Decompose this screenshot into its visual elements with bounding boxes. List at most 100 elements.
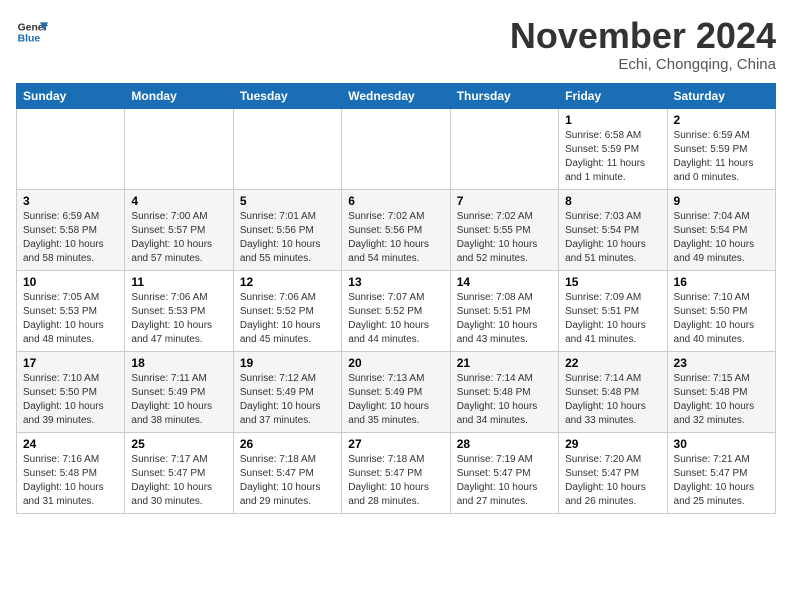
column-header-friday: Friday xyxy=(559,83,667,108)
day-number: 30 xyxy=(674,437,769,451)
day-info: Sunrise: 7:18 AM Sunset: 5:47 PM Dayligh… xyxy=(240,453,335,509)
day-info: Sunrise: 7:14 AM Sunset: 5:48 PM Dayligh… xyxy=(457,372,552,428)
day-info: Sunrise: 7:05 AM Sunset: 5:53 PM Dayligh… xyxy=(23,291,118,347)
day-cell: 21 Sunrise: 7:14 AM Sunset: 5:48 PM Dayli… xyxy=(450,351,558,432)
day-number: 11 xyxy=(131,275,226,289)
day-info: Sunrise: 7:03 AM Sunset: 5:54 PM Dayligh… xyxy=(565,210,660,266)
page-header: General Blue November 2024 Echi, Chongqi… xyxy=(16,16,776,73)
day-number: 5 xyxy=(240,194,335,208)
day-number: 26 xyxy=(240,437,335,451)
day-cell: 17 Sunrise: 7:10 AM Sunset: 5:50 PM Dayli… xyxy=(17,351,125,432)
month-title: November 2024 xyxy=(510,16,776,56)
day-cell: 19Sunrise: 7:12 AM Sunset: 5:49 PM Dayli… xyxy=(233,351,341,432)
day-cell: 13Sunrise: 7:07 AM Sunset: 5:52 PM Dayli… xyxy=(342,270,450,351)
day-info: Sunrise: 7:18 AM Sunset: 5:47 PM Dayligh… xyxy=(348,453,443,509)
day-info: Sunrise: 7:02 AM Sunset: 5:56 PM Dayligh… xyxy=(348,210,443,266)
logo-icon: General Blue xyxy=(16,16,48,48)
day-info: Sunrise: 7:11 AM Sunset: 5:49 PM Dayligh… xyxy=(131,372,226,428)
day-number: 16 xyxy=(674,275,769,289)
day-number: 20 xyxy=(348,356,443,370)
day-info: Sunrise: 7:06 AM Sunset: 5:53 PM Dayligh… xyxy=(131,291,226,347)
column-header-sunday: Sunday xyxy=(17,83,125,108)
day-cell xyxy=(342,108,450,189)
day-info: Sunrise: 7:10 AM Sunset: 5:50 PM Dayligh… xyxy=(23,372,118,428)
day-number: 2 xyxy=(674,113,769,127)
day-number: 10 xyxy=(23,275,118,289)
day-cell: 2 Sunrise: 6:59 AM Sunset: 5:59 PM Daylig… xyxy=(667,108,775,189)
day-info: Sunrise: 6:59 AM Sunset: 5:58 PM Dayligh… xyxy=(23,210,118,266)
day-cell: 15Sunrise: 7:09 AM Sunset: 5:51 PM Dayli… xyxy=(559,270,667,351)
week-row-3: 10 Sunrise: 7:05 AM Sunset: 5:53 PM Dayli… xyxy=(17,270,776,351)
day-info: Sunrise: 6:58 AM Sunset: 5:59 PM Dayligh… xyxy=(565,129,660,185)
week-row-2: 3 Sunrise: 6:59 AM Sunset: 5:58 PM Daylig… xyxy=(17,189,776,270)
day-cell: 25 Sunrise: 7:17 AM Sunset: 5:47 PM Dayli… xyxy=(125,432,233,513)
day-number: 24 xyxy=(23,437,118,451)
day-info: Sunrise: 7:00 AM Sunset: 5:57 PM Dayligh… xyxy=(131,210,226,266)
column-header-tuesday: Tuesday xyxy=(233,83,341,108)
day-number: 19 xyxy=(240,356,335,370)
day-info: Sunrise: 7:10 AM Sunset: 5:50 PM Dayligh… xyxy=(674,291,769,347)
day-info: Sunrise: 7:13 AM Sunset: 5:49 PM Dayligh… xyxy=(348,372,443,428)
day-cell: 28 Sunrise: 7:19 AM Sunset: 5:47 PM Dayli… xyxy=(450,432,558,513)
day-number: 8 xyxy=(565,194,660,208)
day-cell: 30 Sunrise: 7:21 AM Sunset: 5:47 PM Dayli… xyxy=(667,432,775,513)
day-cell: 1 Sunrise: 6:58 AM Sunset: 5:59 PM Daylig… xyxy=(559,108,667,189)
day-number: 14 xyxy=(457,275,552,289)
location: Echi, Chongqing, China xyxy=(510,56,776,73)
day-cell: 7 Sunrise: 7:02 AM Sunset: 5:55 PM Daylig… xyxy=(450,189,558,270)
day-cell xyxy=(125,108,233,189)
day-cell xyxy=(450,108,558,189)
day-cell xyxy=(17,108,125,189)
svg-text:Blue: Blue xyxy=(18,34,41,45)
day-number: 23 xyxy=(674,356,769,370)
day-info: Sunrise: 7:17 AM Sunset: 5:47 PM Dayligh… xyxy=(131,453,226,509)
day-cell: 26 Sunrise: 7:18 AM Sunset: 5:47 PM Dayli… xyxy=(233,432,341,513)
day-info: Sunrise: 6:59 AM Sunset: 5:59 PM Dayligh… xyxy=(674,129,769,185)
day-cell: 27Sunrise: 7:18 AM Sunset: 5:47 PM Dayli… xyxy=(342,432,450,513)
day-cell: 8 Sunrise: 7:03 AM Sunset: 5:54 PM Daylig… xyxy=(559,189,667,270)
day-cell: 14 Sunrise: 7:08 AM Sunset: 5:51 PM Dayli… xyxy=(450,270,558,351)
day-number: 28 xyxy=(457,437,552,451)
day-info: Sunrise: 7:08 AM Sunset: 5:51 PM Dayligh… xyxy=(457,291,552,347)
column-header-saturday: Saturday xyxy=(667,83,775,108)
day-number: 17 xyxy=(23,356,118,370)
day-info: Sunrise: 7:01 AM Sunset: 5:56 PM Dayligh… xyxy=(240,210,335,266)
day-number: 6 xyxy=(348,194,443,208)
day-cell: 4 Sunrise: 7:00 AM Sunset: 5:57 PM Daylig… xyxy=(125,189,233,270)
day-cell: 10 Sunrise: 7:05 AM Sunset: 5:53 PM Dayli… xyxy=(17,270,125,351)
column-header-thursday: Thursday xyxy=(450,83,558,108)
day-number: 15 xyxy=(565,275,660,289)
day-cell xyxy=(233,108,341,189)
day-cell: 9Sunrise: 7:04 AM Sunset: 5:54 PM Daylig… xyxy=(667,189,775,270)
day-cell: 3 Sunrise: 6:59 AM Sunset: 5:58 PM Daylig… xyxy=(17,189,125,270)
day-info: Sunrise: 7:16 AM Sunset: 5:48 PM Dayligh… xyxy=(23,453,118,509)
day-info: Sunrise: 7:14 AM Sunset: 5:48 PM Dayligh… xyxy=(565,372,660,428)
day-number: 7 xyxy=(457,194,552,208)
header-row: SundayMondayTuesdayWednesdayThursdayFrid… xyxy=(17,83,776,108)
day-info: Sunrise: 7:15 AM Sunset: 5:48 PM Dayligh… xyxy=(674,372,769,428)
day-info: Sunrise: 7:19 AM Sunset: 5:47 PM Dayligh… xyxy=(457,453,552,509)
day-info: Sunrise: 7:21 AM Sunset: 5:47 PM Dayligh… xyxy=(674,453,769,509)
day-cell: 12Sunrise: 7:06 AM Sunset: 5:52 PM Dayli… xyxy=(233,270,341,351)
day-number: 21 xyxy=(457,356,552,370)
day-cell: 5 Sunrise: 7:01 AM Sunset: 5:56 PM Daylig… xyxy=(233,189,341,270)
day-info: Sunrise: 7:04 AM Sunset: 5:54 PM Dayligh… xyxy=(674,210,769,266)
day-cell: 22Sunrise: 7:14 AM Sunset: 5:48 PM Dayli… xyxy=(559,351,667,432)
day-cell: 20 Sunrise: 7:13 AM Sunset: 5:49 PM Dayli… xyxy=(342,351,450,432)
day-number: 1 xyxy=(565,113,660,127)
week-row-1: 1 Sunrise: 6:58 AM Sunset: 5:59 PM Daylig… xyxy=(17,108,776,189)
day-number: 18 xyxy=(131,356,226,370)
day-number: 12 xyxy=(240,275,335,289)
day-number: 25 xyxy=(131,437,226,451)
calendar-table: SundayMondayTuesdayWednesdayThursdayFrid… xyxy=(16,83,776,514)
day-number: 29 xyxy=(565,437,660,451)
day-cell: 23 Sunrise: 7:15 AM Sunset: 5:48 PM Dayli… xyxy=(667,351,775,432)
day-info: Sunrise: 7:02 AM Sunset: 5:55 PM Dayligh… xyxy=(457,210,552,266)
day-number: 3 xyxy=(23,194,118,208)
week-row-4: 17 Sunrise: 7:10 AM Sunset: 5:50 PM Dayli… xyxy=(17,351,776,432)
day-number: 4 xyxy=(131,194,226,208)
column-header-wednesday: Wednesday xyxy=(342,83,450,108)
column-header-monday: Monday xyxy=(125,83,233,108)
day-cell: 6 Sunrise: 7:02 AM Sunset: 5:56 PM Daylig… xyxy=(342,189,450,270)
day-cell: 18 Sunrise: 7:11 AM Sunset: 5:49 PM Dayli… xyxy=(125,351,233,432)
